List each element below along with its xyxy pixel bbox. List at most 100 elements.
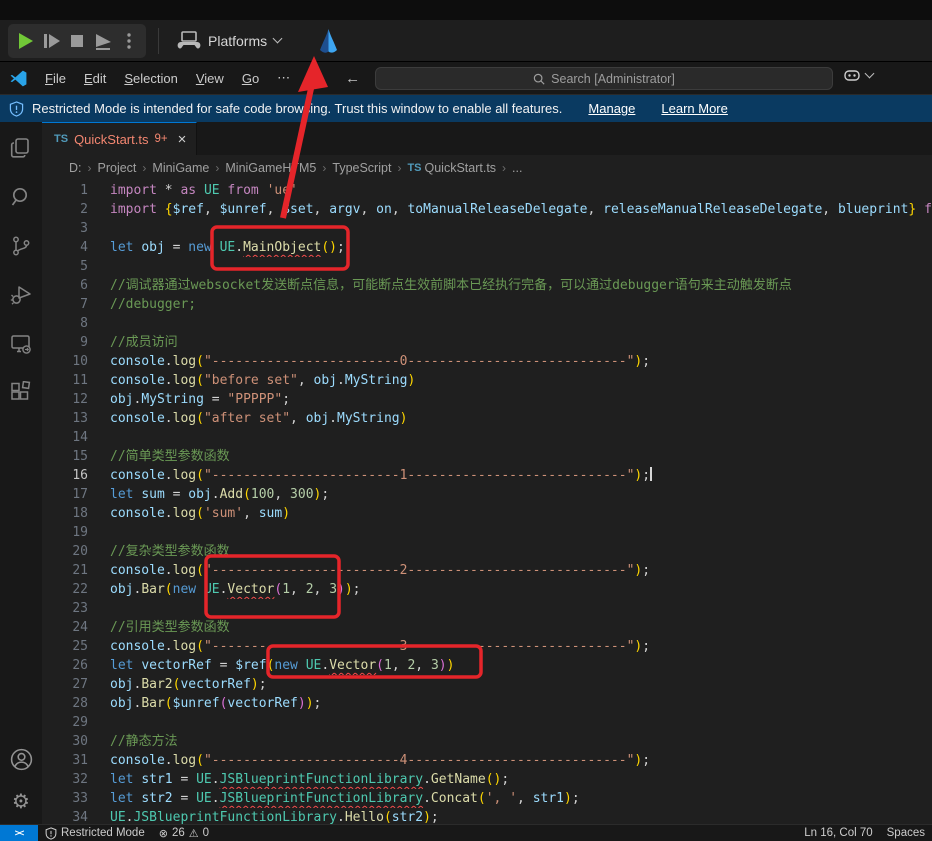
indentation-status[interactable]: Spaces <box>880 827 932 839</box>
code-line[interactable]: 23 <box>42 599 932 618</box>
breadcrumb-item[interactable]: ... <box>512 161 522 175</box>
code-line[interactable]: 30//静态方法 <box>42 732 932 751</box>
code-line[interactable]: 17let sum = obj.Add(100, 300); <box>42 485 932 504</box>
skip-icon <box>41 31 61 51</box>
menu-view[interactable]: View <box>187 68 233 89</box>
code-line[interactable]: 3 <box>42 219 932 238</box>
code-text: //静态方法 <box>110 732 932 751</box>
code-line[interactable]: 7 //debugger; <box>42 295 932 314</box>
run-debug-icon[interactable] <box>8 282 34 308</box>
code-line[interactable]: 5 <box>42 257 932 276</box>
text-cursor <box>650 467 652 481</box>
breadcrumb-item[interactable]: D: <box>69 161 82 175</box>
breadcrumb-item[interactable]: TypeScript <box>332 161 391 175</box>
code-line[interactable]: 24//引用类型参数函数 <box>42 618 932 637</box>
line-number: 1 <box>42 181 88 200</box>
code-text: //引用类型参数函数 <box>110 618 932 637</box>
remote-indicator[interactable]: >< <box>0 825 38 841</box>
remote-explorer-icon[interactable] <box>8 331 34 357</box>
search-placeholder: Search [Administrator] <box>551 72 675 86</box>
menu-edit[interactable]: Edit <box>75 68 115 89</box>
extensions-icon[interactable] <box>8 380 34 406</box>
skip-button[interactable] <box>38 27 64 55</box>
close-icon[interactable]: × <box>178 131 187 148</box>
search-sidebar-icon[interactable] <box>8 184 34 210</box>
code-line[interactable]: 11console.log("before set", obj.MyString… <box>42 371 932 390</box>
breadcrumb-item[interactable]: QuickStart.ts <box>425 161 497 175</box>
code-line[interactable]: 26let vectorRef = $ref(new UE.Vector(1, … <box>42 656 932 675</box>
code-line[interactable]: 8 <box>42 314 932 333</box>
code-text: console.log("------------------------1--… <box>110 466 932 485</box>
stop-button[interactable] <box>64 27 90 55</box>
code-text: console.log("before set", obj.MyString) <box>110 371 932 390</box>
code-text <box>110 257 932 276</box>
restricted-mode-status[interactable]: Restricted Mode <box>38 825 152 841</box>
code-line[interactable]: 14 <box>42 428 932 447</box>
code-text <box>110 599 932 618</box>
platforms-dropdown[interactable]: Platforms <box>171 27 287 55</box>
code-line[interactable]: 31console.log("------------------------4… <box>42 751 932 770</box>
menu-more[interactable]: ⋯ <box>268 67 299 89</box>
puerts-icon[interactable] <box>315 27 341 55</box>
code-line[interactable]: 6//调试器通过websocket发送断点信息，可能断点生效前脚本已经执行完备，… <box>42 276 932 295</box>
code-text: obj.MyString = "PPPPP"; <box>110 390 932 409</box>
line-number: 8 <box>42 314 88 333</box>
code-line[interactable]: 27obj.Bar2(vectorRef); <box>42 675 932 694</box>
menu-selection[interactable]: Selection <box>115 68 186 89</box>
code-line[interactable]: 1import * as UE from 'ue' <box>42 181 932 200</box>
code-line[interactable]: 16console.log("------------------------1… <box>42 466 932 485</box>
breadcrumb-item[interactable]: MiniGameHTM5 <box>225 161 316 175</box>
explorer-icon[interactable] <box>8 135 34 161</box>
code-line[interactable]: 10console.log("------------------------0… <box>42 352 932 371</box>
chevron-down-icon <box>865 69 875 79</box>
code-line[interactable]: 34UE.JSBlueprintFunctionLibrary.Hello(st… <box>42 808 932 824</box>
line-number: 20 <box>42 542 88 561</box>
search-input[interactable]: Search [Administrator] <box>375 67 833 90</box>
code-text: //debugger; <box>110 295 932 314</box>
restricted-mode-label: Restricted Mode <box>61 827 145 839</box>
code-line[interactable]: 21console.log("------------------------2… <box>42 561 932 580</box>
code-line[interactable]: 33let str2 = UE.JSBlueprintFunctionLibra… <box>42 789 932 808</box>
menu-file[interactable]: File <box>36 68 75 89</box>
learn-more-link[interactable]: Learn More <box>661 101 727 116</box>
code-line[interactable]: 15//简单类型参数函数 <box>42 447 932 466</box>
settings-gear-icon[interactable]: ⚙ <box>8 788 34 814</box>
activitybar-bottom: ⚙ <box>8 746 34 814</box>
code-text: //调试器通过websocket发送断点信息，可能断点生效前脚本已经执行完备，可… <box>110 276 932 295</box>
code-text <box>110 428 932 447</box>
code-line[interactable]: 32let str1 = UE.JSBlueprintFunctionLibra… <box>42 770 932 789</box>
code-lines[interactable]: 1import * as UE from 'ue'2import {$ref, … <box>42 181 932 824</box>
banner-text: Restricted Mode is intended for safe cod… <box>32 101 562 116</box>
ue-more-options-button[interactable] <box>116 27 142 55</box>
code-line[interactable]: 22obj.Bar(new UE.Vector(1, 2, 3)); <box>42 580 932 599</box>
launch-button[interactable] <box>90 27 116 55</box>
code-line[interactable]: 20//复杂类型参数函数 <box>42 542 932 561</box>
code-text <box>110 713 932 732</box>
problems-status[interactable]: ⊗ 26 ⚠ 0 <box>152 825 216 841</box>
search-icon <box>533 73 545 85</box>
play-button[interactable] <box>12 27 38 55</box>
source-control-icon[interactable] <box>8 233 34 259</box>
tab-quickstart[interactable]: TS QuickStart.ts 9+ × <box>42 122 197 155</box>
code-line[interactable]: 18console.log('sum', sum) <box>42 504 932 523</box>
breadcrumb-item[interactable]: Project <box>98 161 137 175</box>
code-line[interactable]: 13console.log("after set", obj.MyString) <box>42 409 932 428</box>
toolbar-divider <box>158 28 159 54</box>
code-line[interactable]: 4let obj = new UE.MainObject(); <box>42 238 932 257</box>
line-number: 7 <box>42 295 88 314</box>
code-line[interactable]: 29 <box>42 713 932 732</box>
code-line[interactable]: 25console.log("------------------------3… <box>42 637 932 656</box>
copilot-button[interactable] <box>843 68 873 83</box>
ue-playback-controls <box>8 24 146 58</box>
manage-link[interactable]: Manage <box>588 101 635 116</box>
code-line[interactable]: 19 <box>42 523 932 542</box>
code-line[interactable]: 9//成员访问 <box>42 333 932 352</box>
code-line[interactable]: 2import {$ref, $unref, $set, argv, on, t… <box>42 200 932 219</box>
code-line[interactable]: 28obj.Bar($unref(vectorRef)); <box>42 694 932 713</box>
breadcrumb-item[interactable]: MiniGame <box>152 161 209 175</box>
menu-go[interactable]: Go <box>233 68 268 89</box>
account-icon[interactable] <box>8 746 34 772</box>
cursor-position[interactable]: Ln 16, Col 70 <box>797 827 879 839</box>
back-arrow-icon[interactable]: ← <box>345 70 360 87</box>
code-line[interactable]: 12obj.MyString = "PPPPP"; <box>42 390 932 409</box>
